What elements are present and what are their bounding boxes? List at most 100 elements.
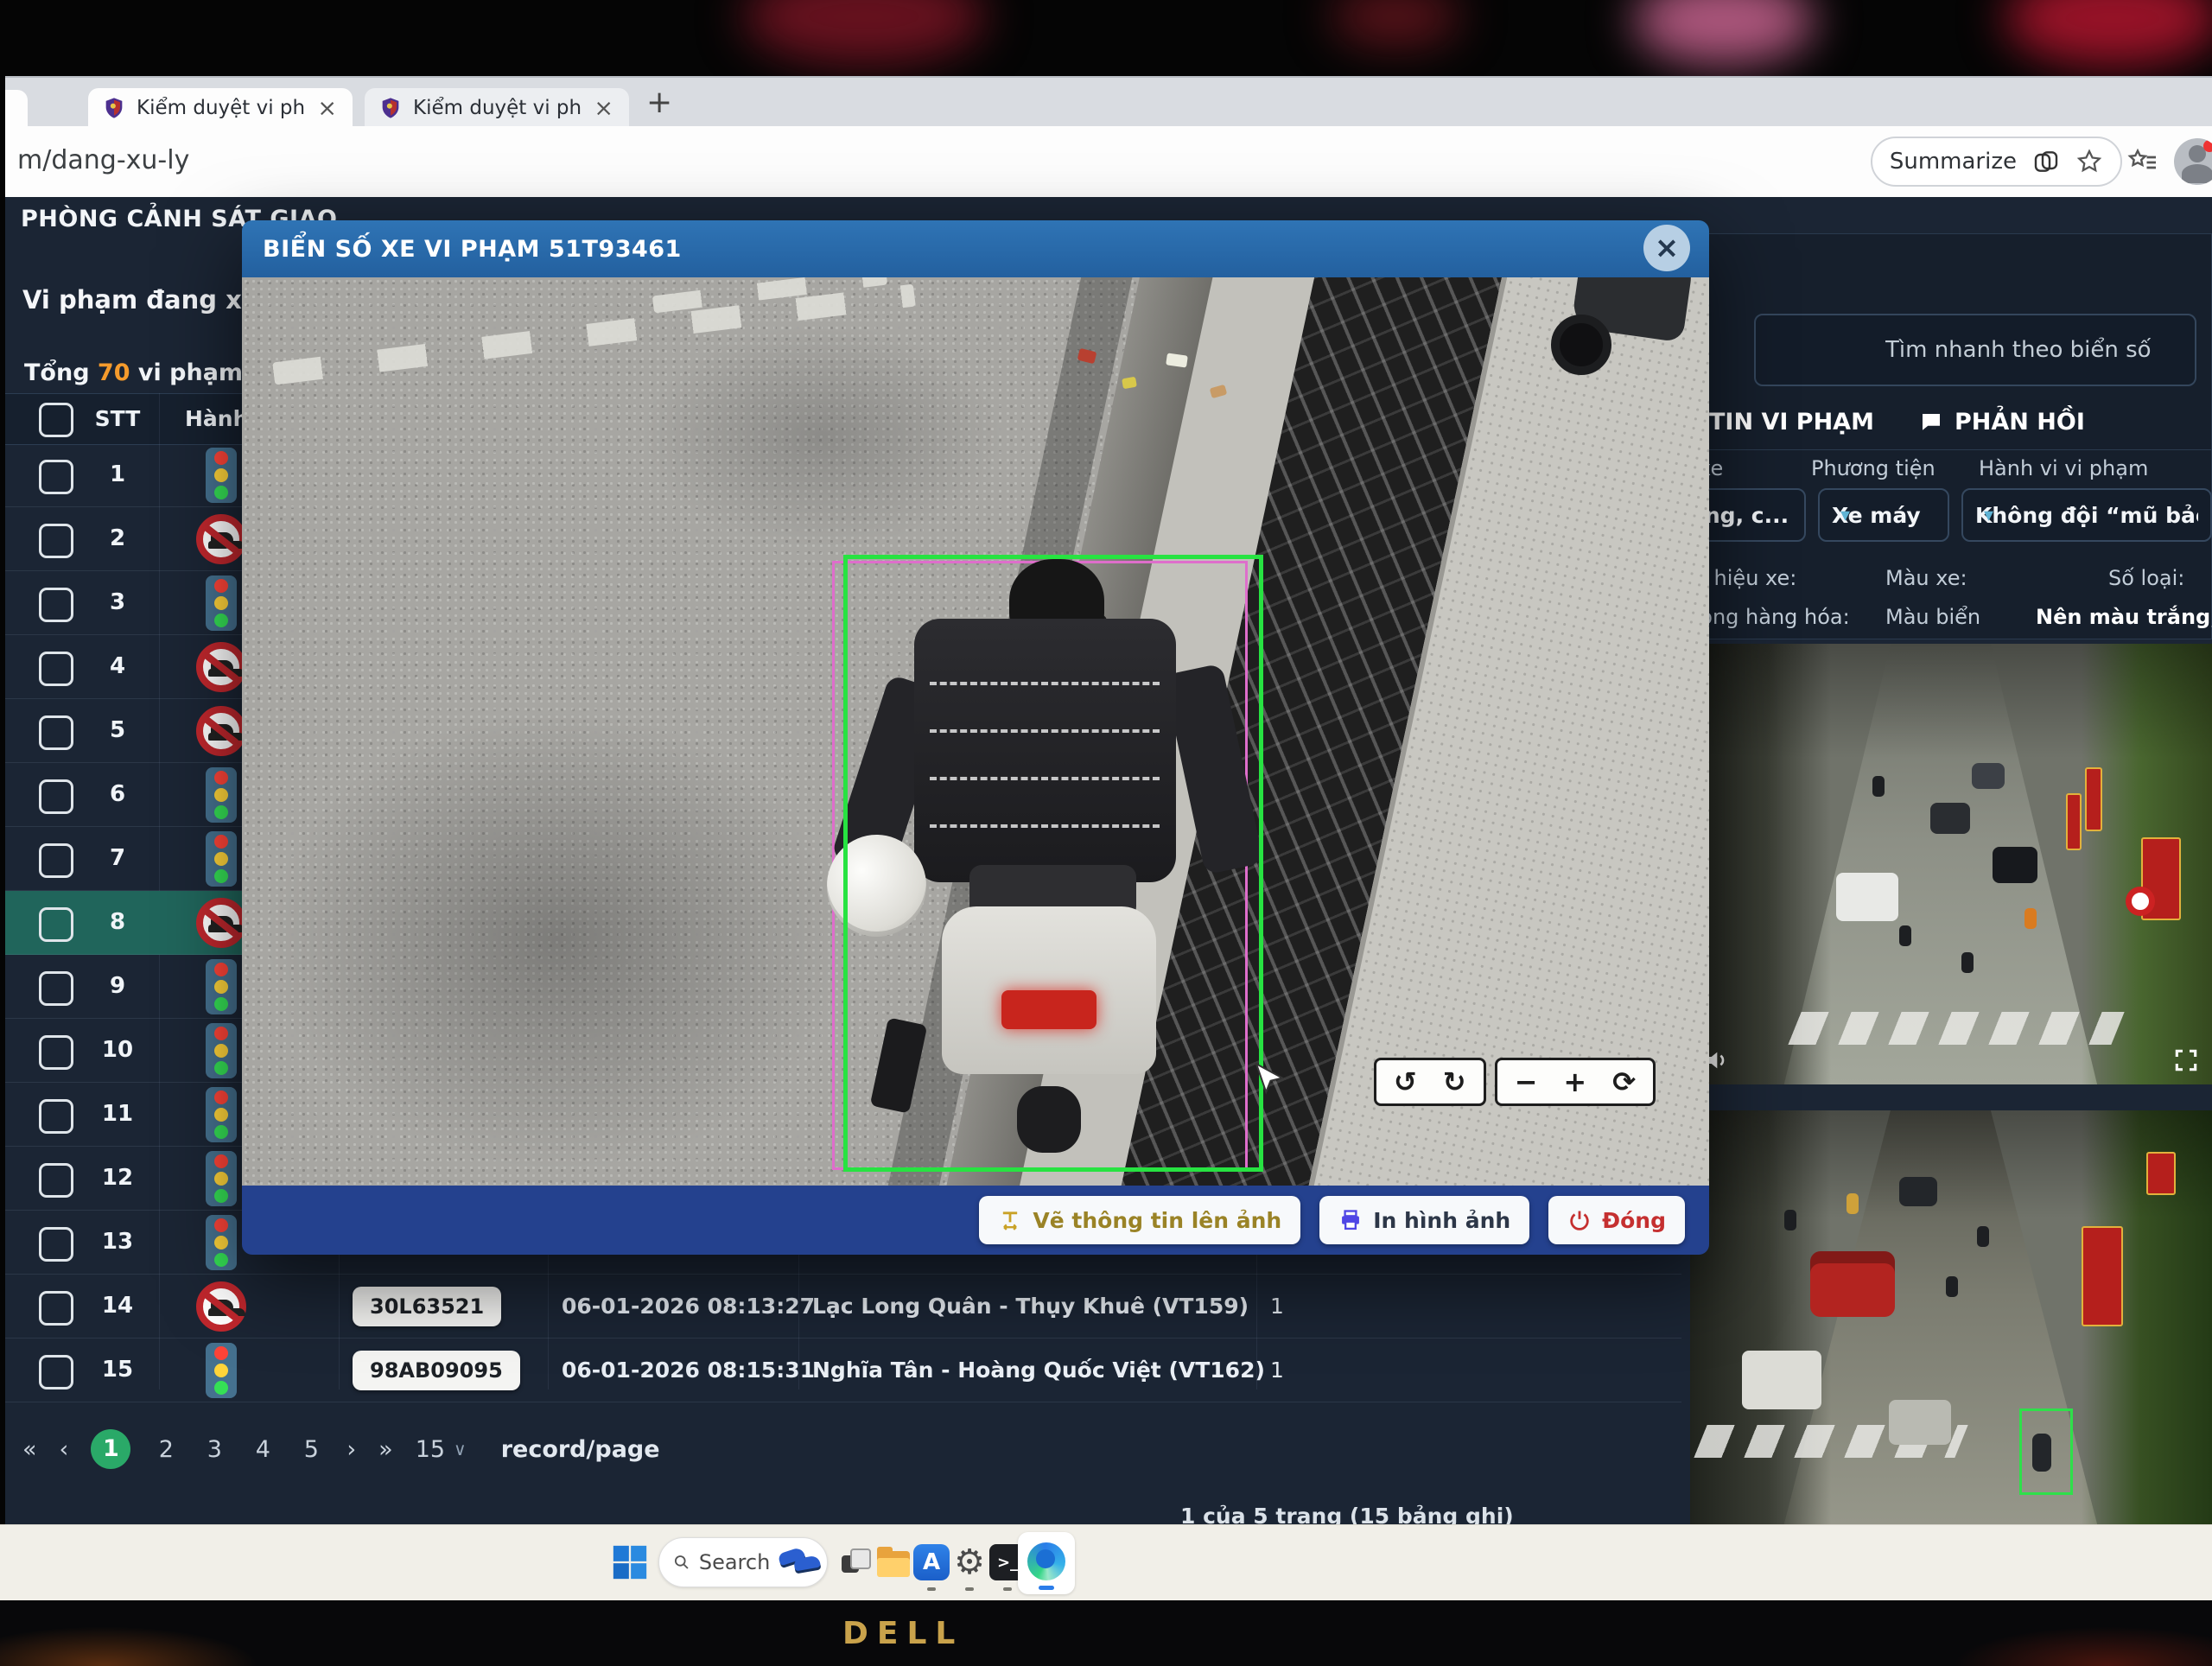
url-text[interactable]: m/dang-xu-ly (17, 145, 189, 175)
violation-location: Lạc Long Quân - Thụy Khuê (VT159) (812, 1294, 1249, 1319)
scene-crosswalk (1788, 1012, 2125, 1045)
row-checkbox[interactable] (39, 652, 73, 686)
settings-button[interactable]: ⚙ (950, 1542, 988, 1582)
row-checkbox[interactable] (39, 1163, 73, 1198)
search-label: Search (699, 1550, 770, 1574)
modal-title: BIỂN SỐ XE VI PHẠM 51T93461 (263, 236, 682, 263)
summarize-button[interactable]: Summarize (1890, 149, 2017, 175)
start-button[interactable] (610, 1542, 650, 1582)
violation-icon (182, 1278, 260, 1335)
zoom-out-button[interactable]: − (1515, 1065, 1538, 1098)
image-toolbar: ↺ ↻ − + ⟳ (1374, 1058, 1656, 1106)
browser-tabstrip: Kiểm duyệt vi phạm × Kiểm duyệt vi phạm … (5, 76, 2212, 128)
traffic-light-icon (206, 1151, 237, 1206)
monitor-brand-logo: DELL (842, 1616, 963, 1651)
row-checkbox[interactable] (39, 588, 73, 622)
plate-search-input[interactable] (1754, 314, 2196, 386)
browser-tab-1[interactable]: Kiểm duyệt vi phạm × (88, 88, 353, 128)
partial-tab[interactable] (5, 90, 28, 128)
pagination: « ‹ 12345 › » 15 ∨ record/page (22, 1428, 660, 1471)
camera-feed-2[interactable] (1690, 1110, 2212, 1524)
rotate-group: ↺ ↻ (1374, 1058, 1486, 1106)
violation-photo[interactable]: ↺ ↻ − + ⟳ (242, 277, 1709, 1186)
violation-count: 1 (1270, 1358, 1284, 1383)
row-checkbox[interactable] (39, 907, 73, 942)
browser-profile-avatar[interactable] (2174, 138, 2212, 185)
fullscreen-icon[interactable] (2172, 1046, 2200, 1074)
row-checkbox[interactable] (39, 779, 73, 814)
first-page-button[interactable]: « (22, 1436, 37, 1463)
active-app-indicator (1039, 1586, 1054, 1590)
button-label: Vẽ thông tin lên ảnh (1033, 1208, 1281, 1233)
tab-close-icon[interactable]: × (592, 95, 615, 122)
row-checkbox[interactable] (39, 715, 73, 750)
next-page-button[interactable]: › (346, 1436, 356, 1463)
row-checkbox[interactable] (39, 971, 73, 1006)
modal-close-button[interactable]: × (1643, 225, 1690, 271)
summary-prefix: Tổng (24, 359, 90, 386)
rotate-left-button[interactable]: ↺ (1394, 1065, 1417, 1098)
tab-feedback[interactable]: PHẢN HỒI (1918, 409, 2085, 436)
edge-browser-button[interactable] (1018, 1532, 1075, 1594)
no-motorcycle-icon (196, 1281, 246, 1332)
page-size-select[interactable]: 15 ∨ (416, 1436, 467, 1463)
page-button[interactable]: 4 (250, 1436, 276, 1463)
row-stt: 11 (74, 1101, 161, 1127)
page-button[interactable]: 5 (298, 1436, 324, 1463)
row-checkbox[interactable] (39, 460, 73, 494)
camera-feed-1[interactable] (1690, 644, 2212, 1084)
new-tab-button[interactable]: + (646, 85, 672, 120)
photo-of-monitor: Kiểm duyệt vi phạm × Kiểm duyệt vi phạm … (0, 0, 2212, 1666)
row-stt: 2 (74, 525, 161, 551)
copilot-icon[interactable] (2032, 148, 2060, 175)
table-row[interactable]: 1430L6352106-01-2026 08:13:27Lạc Long Qu… (5, 1275, 1681, 1339)
rotate-right-button[interactable]: ↻ (1443, 1065, 1466, 1098)
row-checkbox[interactable] (39, 843, 73, 878)
row-checkbox[interactable] (39, 1099, 73, 1134)
tab-close-icon[interactable]: × (315, 95, 339, 122)
parked-motorcycle-wheel (1551, 315, 1611, 375)
label-vehicle-color: Màu xe: (1885, 566, 1967, 590)
caret-down-icon: ▾ (1984, 505, 1993, 526)
row-checkbox[interactable] (39, 524, 73, 558)
reset-zoom-button[interactable]: ⟳ (1612, 1065, 1636, 1098)
last-page-button[interactable]: » (378, 1436, 393, 1463)
app-a-icon: A (913, 1544, 950, 1580)
browser-tab-2[interactable]: Kiểm duyệt vi phạm × (365, 88, 629, 128)
zoom-in-button[interactable]: + (1563, 1065, 1586, 1098)
tab-violation-info[interactable]: TIN VI PHẠM (1709, 409, 1874, 436)
table-row[interactable]: 1598AB0909506-01-2026 08:15:31Nghĩa Tân … (5, 1339, 1681, 1402)
row-checkbox[interactable] (39, 1291, 73, 1326)
favorites-list-icon[interactable] (2127, 147, 2158, 178)
page-button[interactable]: 3 (201, 1436, 227, 1463)
scene-silver-car (1889, 1400, 1951, 1445)
traffic-light-icon (206, 767, 237, 823)
prev-page-button[interactable]: ‹ (60, 1436, 69, 1463)
page-button[interactable]: 2 (153, 1436, 179, 1463)
taskbar-search[interactable]: Search (658, 1537, 828, 1587)
behavior-dropdown[interactable]: Không đội “mũ bảo hiểm c... ▾ (1961, 488, 2212, 542)
file-explorer-button[interactable] (874, 1542, 912, 1582)
row-checkbox[interactable] (39, 1355, 73, 1389)
task-view-button[interactable] (836, 1542, 874, 1582)
mouse-cursor (1255, 1063, 1284, 1097)
scene-banner (2082, 1226, 2123, 1326)
plate-chip[interactable]: 30L63521 (353, 1287, 501, 1326)
print-image-button[interactable]: In hình ảnh (1319, 1196, 1529, 1244)
row-checkbox[interactable] (39, 1227, 73, 1262)
select-all-checkbox[interactable] (39, 403, 73, 437)
favorite-star-icon[interactable] (2075, 148, 2103, 175)
scene-red-car (1810, 1251, 1895, 1317)
label-vehicle: Phương tiện (1811, 456, 1936, 480)
app-a-button[interactable]: A (912, 1542, 950, 1582)
plate-chip[interactable]: 98AB09095 (353, 1351, 520, 1390)
scene-dark-car (1972, 763, 2005, 789)
folder-icon (877, 1558, 910, 1577)
row-checkbox[interactable] (39, 1035, 73, 1070)
draw-info-button[interactable]: Vẽ thông tin lên ảnh (979, 1196, 1300, 1244)
close-modal-button[interactable]: Đóng (1548, 1196, 1685, 1244)
vehicle-dropdown[interactable]: Xe máy ▾ (1818, 488, 1949, 542)
caret-down-icon: ▾ (1840, 505, 1850, 526)
scene-motorbike (1784, 1210, 1796, 1230)
page-button[interactable]: 1 (91, 1429, 130, 1469)
